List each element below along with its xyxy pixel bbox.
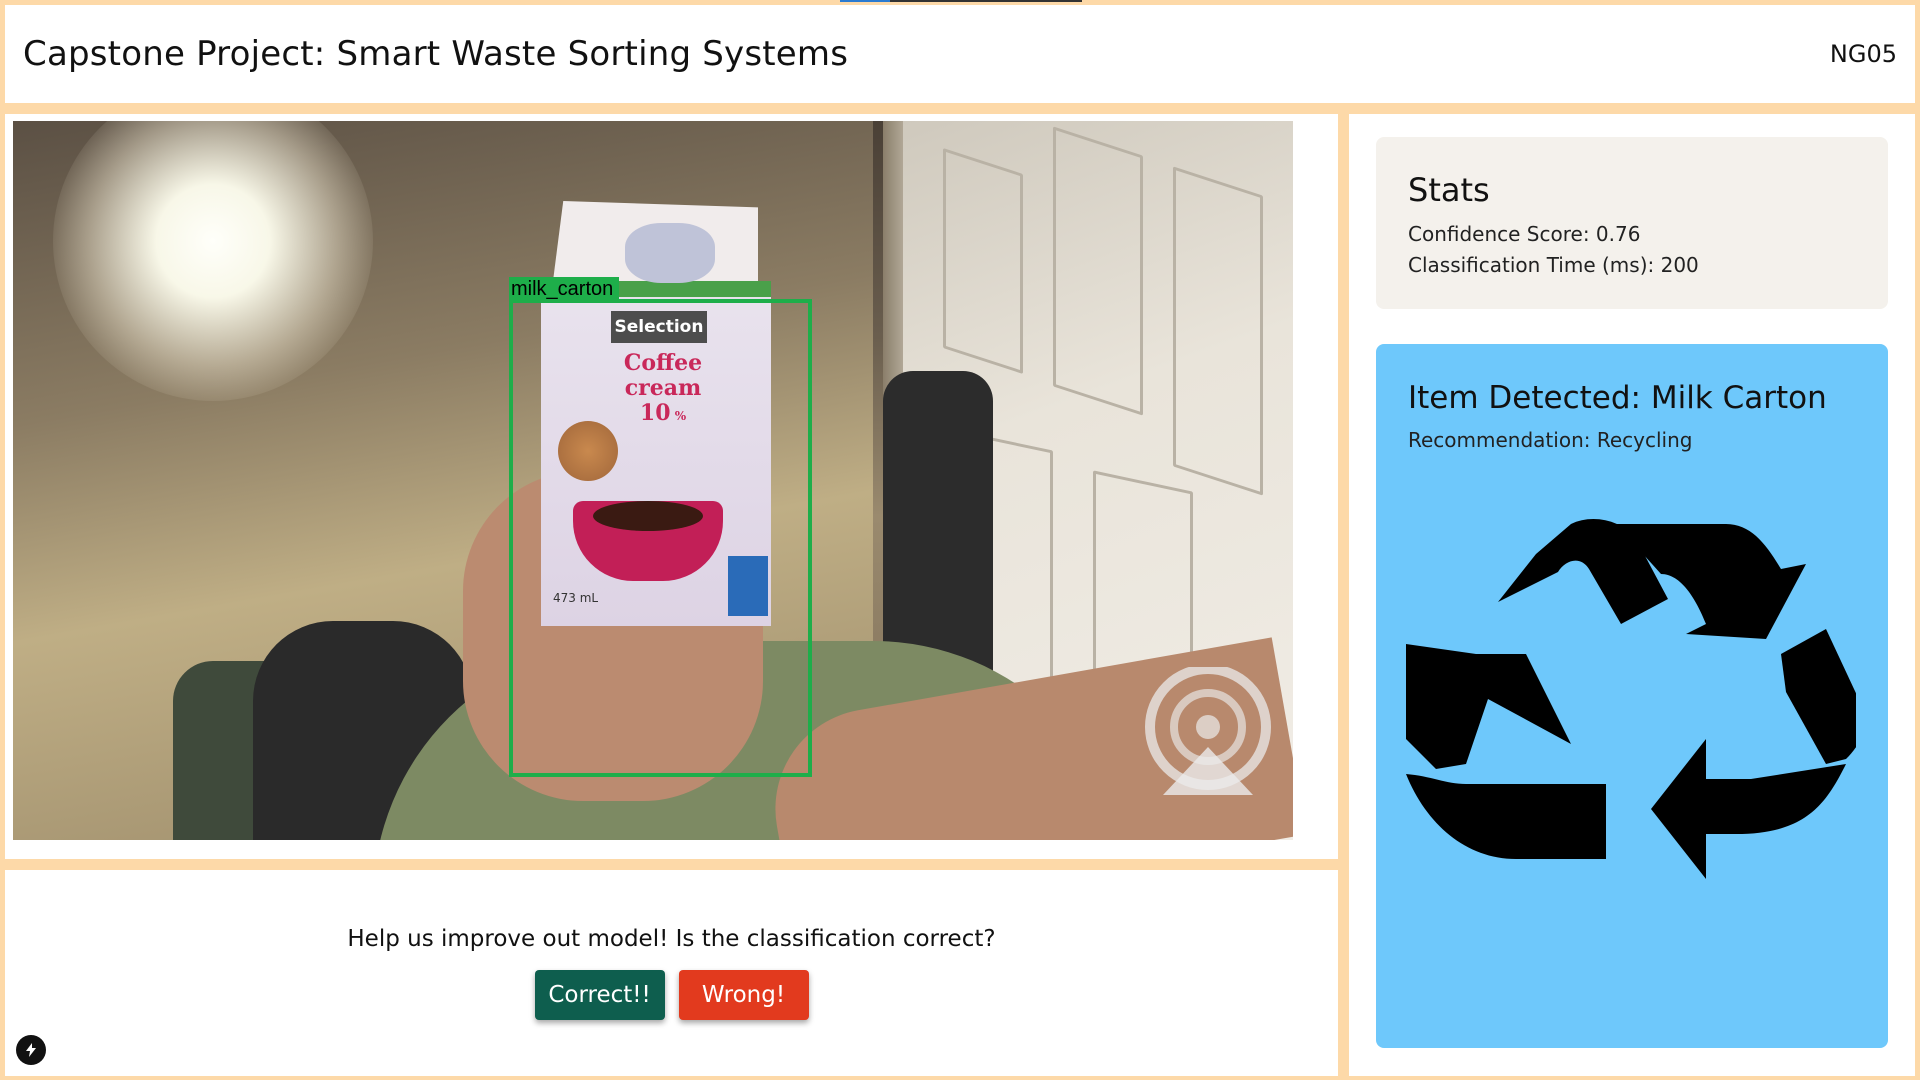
correct-button[interactable]: Correct!! — [534, 970, 665, 1020]
tab-indicator — [840, 0, 1082, 2]
bolt-glyph-icon — [26, 1043, 36, 1057]
feedback-question: Help us improve out model! Is the classi… — [347, 926, 996, 952]
detection-label: milk_carton — [509, 277, 620, 301]
stats-card: Stats Confidence Score: 0.76 Classificat… — [1376, 137, 1888, 309]
detection-bounding-box — [509, 299, 812, 777]
confidence-score: Confidence Score: 0.76 — [1408, 222, 1641, 246]
camera-panel: Selection Coffee cream 10 % 473 mL milk_… — [5, 114, 1338, 859]
app-page: Capstone Project: Smart Waste Sorting Sy… — [0, 0, 1920, 1080]
camera-app-logo-icon — [1145, 667, 1271, 795]
item-detected-title: Item Detected: Milk Carton — [1408, 380, 1827, 416]
door-panel — [1173, 166, 1263, 496]
app-header: Capstone Project: Smart Waste Sorting Sy… — [5, 5, 1915, 103]
results-sidebar: Stats Confidence Score: 0.76 Classificat… — [1349, 114, 1915, 1076]
team-tag: NG05 — [1829, 40, 1897, 68]
door-panel — [943, 148, 1023, 374]
page-title: Capstone Project: Smart Waste Sorting Sy… — [23, 34, 849, 74]
classification-time: Classification Time (ms): 200 — [1408, 253, 1699, 277]
carton-cap — [625, 223, 715, 283]
recycle-icon — [1406, 519, 1856, 879]
feedback-panel: Help us improve out model! Is the classi… — [5, 870, 1338, 1076]
feedback-buttons: Correct!! Wrong! — [5, 970, 1338, 1020]
wrong-button[interactable]: Wrong! — [678, 970, 809, 1020]
camera-feed: Selection Coffee cream 10 % 473 mL milk_… — [13, 121, 1293, 840]
door-panel — [1053, 126, 1143, 416]
recommendation-text: Recommendation: Recycling — [1408, 428, 1693, 452]
detection-card: Item Detected: Milk Carton Recommendatio… — [1376, 344, 1888, 1048]
stats-title: Stats — [1408, 171, 1490, 209]
lightning-bolt-icon[interactable] — [16, 1035, 46, 1065]
